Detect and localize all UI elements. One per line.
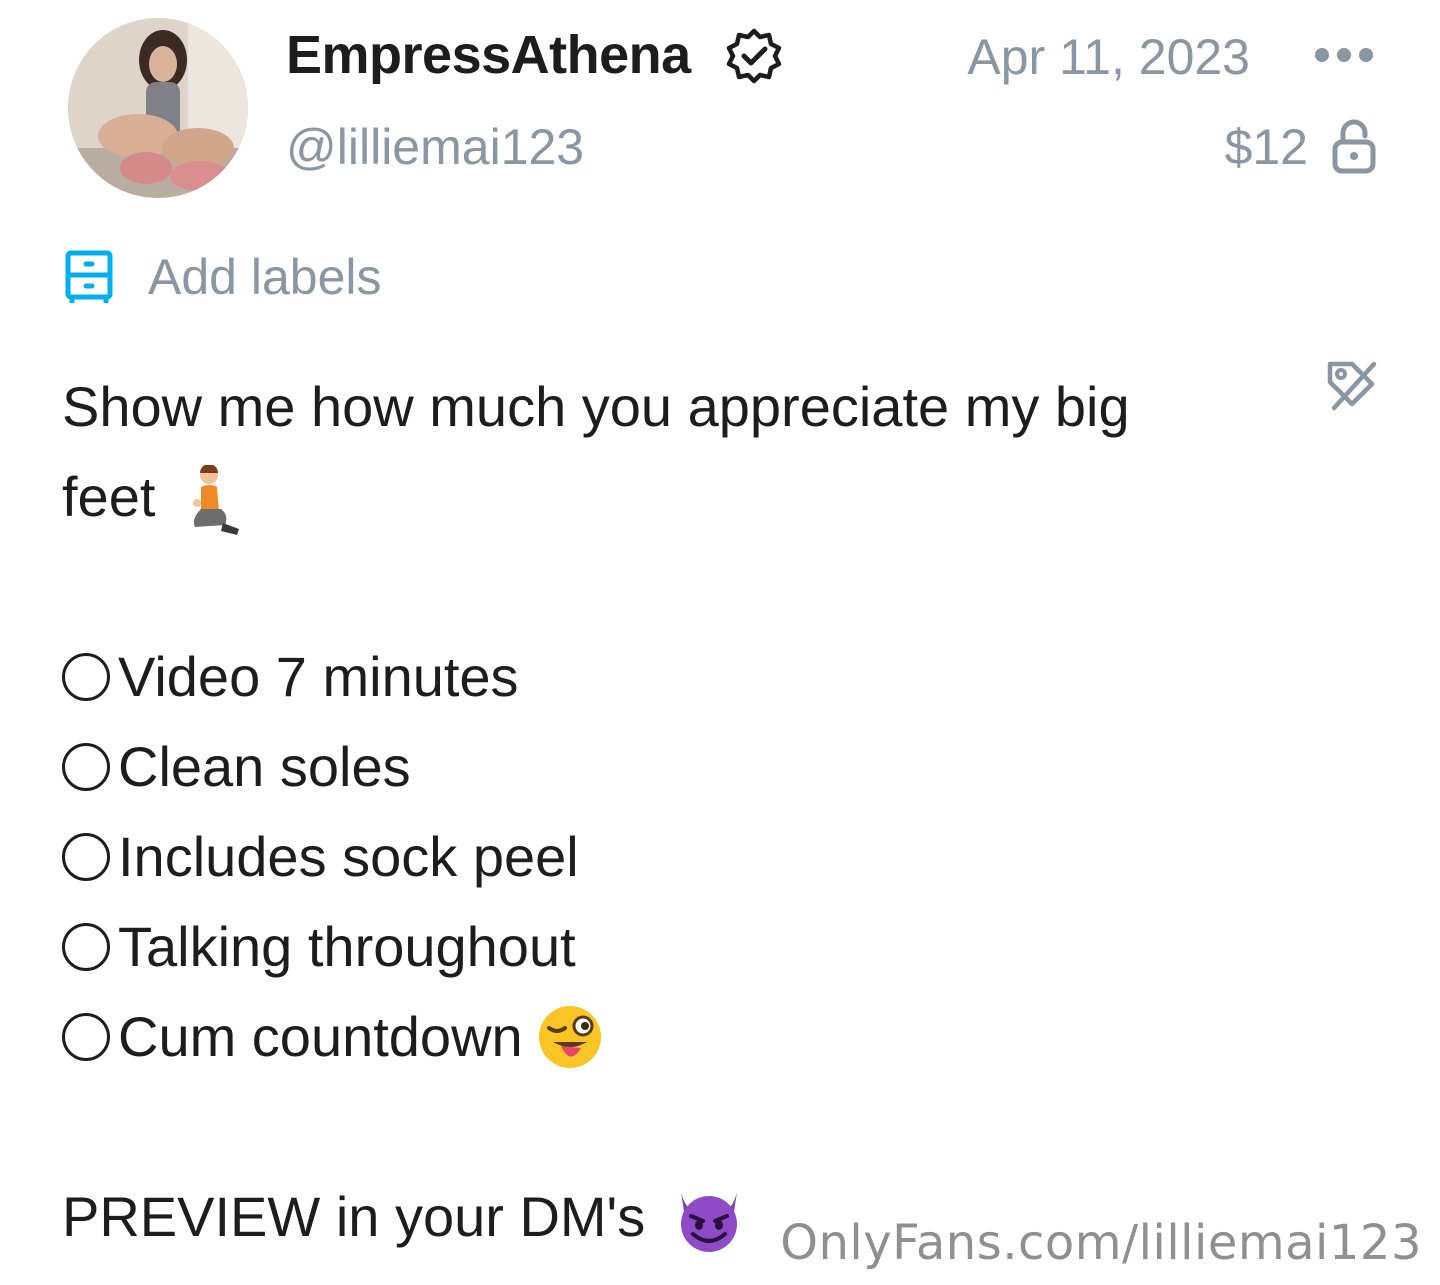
circle-bullet-icon <box>62 653 110 701</box>
list-item: Talking throughout <box>62 902 1242 992</box>
add-labels-button[interactable]: Add labels <box>64 248 382 306</box>
circle-bullet-icon <box>62 1013 110 1061</box>
list-item-text: Talking throughout <box>118 915 576 978</box>
verified-badge-icon <box>726 28 782 84</box>
list-item: Cum countdown <box>62 992 1242 1082</box>
smiling-devil-icon <box>680 1192 737 1253</box>
kneeling-person-icon <box>192 465 239 536</box>
circle-bullet-icon <box>62 923 110 971</box>
post-date: Apr 11, 2023 <box>967 29 1250 85</box>
list-item: Includes sock peel <box>62 812 1242 902</box>
lock-icon <box>1332 119 1376 174</box>
list-item-text: Cum countdown <box>118 1005 523 1068</box>
post-intro-line: Show me how much you appreciate my big <box>62 375 1130 438</box>
drawer-icon <box>65 250 113 303</box>
circle-bullet-icon <box>62 833 110 881</box>
avatar-image <box>68 18 248 198</box>
tag-off-icon[interactable] <box>1324 358 1378 412</box>
list-item: Clean soles <box>62 722 1242 812</box>
circle-bullet-icon <box>62 743 110 791</box>
list-item-text: Includes sock peel <box>118 825 579 888</box>
watermark: OnlyFans.com/lilliemai123 <box>780 1215 1422 1271</box>
post-intro-word: feet <box>62 465 156 528</box>
more-dots-icon[interactable] <box>1314 42 1374 68</box>
list-item-text: Video 7 minutes <box>118 645 519 708</box>
post-card: EmpressAthena @lilliemai123 Apr 11, 2023… <box>0 0 1440 1285</box>
avatar[interactable] <box>68 18 248 198</box>
display-name[interactable]: EmpressAthena <box>286 24 691 86</box>
username-handle[interactable]: @lilliemai123 <box>286 118 584 176</box>
post-text: Show me how much you appreciate my big f… <box>62 362 1242 1262</box>
add-labels-label: Add labels <box>148 249 382 305</box>
list-item-text: Clean soles <box>118 735 411 798</box>
list-item: Video 7 minutes <box>62 632 1242 722</box>
post-intro-line-2: feet <box>62 452 1242 542</box>
post-price: $12 <box>1224 119 1308 175</box>
post-footer-text: PREVIEW in your DM's <box>62 1185 646 1248</box>
winking-tongue-face-icon <box>538 1006 601 1068</box>
